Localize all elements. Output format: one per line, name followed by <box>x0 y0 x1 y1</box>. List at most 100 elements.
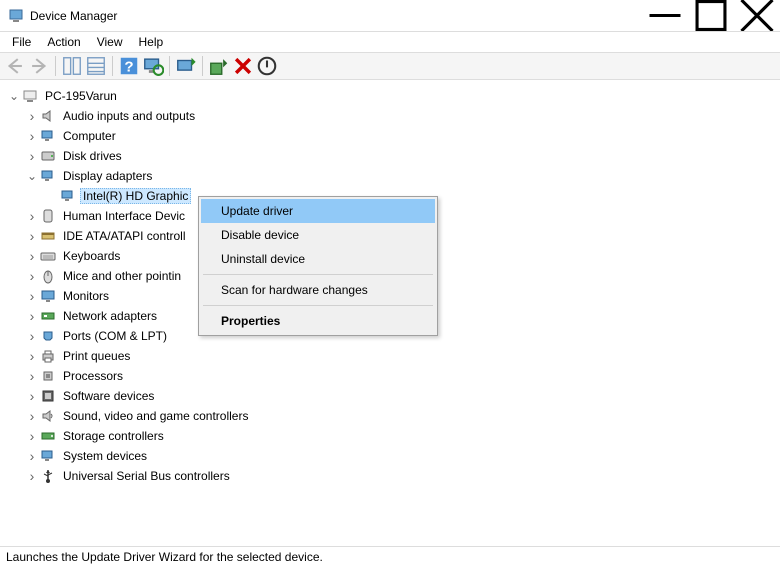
hid-icon <box>40 208 56 224</box>
expander-icon[interactable] <box>24 208 40 224</box>
minimize-button[interactable] <box>642 0 688 31</box>
tree-node-usb[interactable]: Universal Serial Bus controllers <box>4 466 776 486</box>
tree-node-printq[interactable]: Print queues <box>4 346 776 366</box>
tree-node-sound[interactable]: Sound, video and game controllers <box>4 406 776 426</box>
menu-action[interactable]: Action <box>39 33 88 51</box>
toolbar-separator <box>169 56 170 76</box>
svg-text:?: ? <box>124 59 133 76</box>
printer-icon <box>40 348 56 364</box>
ctx-disable-device[interactable]: Disable device <box>201 223 435 247</box>
tree-node-storage[interactable]: Storage controllers <box>4 426 776 446</box>
monitor-icon <box>40 288 56 304</box>
node-label: Storage controllers <box>60 428 167 444</box>
expander-icon[interactable] <box>24 368 40 384</box>
node-label: Print queues <box>60 348 133 364</box>
disable-device-button[interactable] <box>256 55 278 77</box>
expander-icon[interactable] <box>24 448 40 464</box>
help-button[interactable]: ? <box>118 55 140 77</box>
ctx-separator <box>203 305 433 306</box>
system-icon <box>40 448 56 464</box>
node-label: Network adapters <box>60 308 160 324</box>
expander-icon[interactable] <box>24 108 40 124</box>
node-label: Disk drives <box>60 148 125 164</box>
window-title: Device Manager <box>30 9 642 23</box>
menu-file[interactable]: File <box>4 33 39 51</box>
update-driver-button[interactable] <box>175 55 197 77</box>
tree-node-software[interactable]: Software devices <box>4 386 776 406</box>
expander-icon[interactable] <box>24 168 40 184</box>
keyboard-icon <box>40 248 56 264</box>
menu-view[interactable]: View <box>89 33 131 51</box>
tree-node-processors[interactable]: Processors <box>4 366 776 386</box>
display-adapter-icon <box>60 188 76 204</box>
node-label: Mice and other pointin <box>60 268 184 284</box>
display-adapter-icon <box>40 168 56 184</box>
tree-node-system[interactable]: System devices <box>4 446 776 466</box>
disk-icon <box>40 148 56 164</box>
sound-controller-icon <box>40 408 56 424</box>
node-label: IDE ATA/ATAPI controll <box>60 228 188 244</box>
context-menu: Update driver Disable device Uninstall d… <box>198 196 438 336</box>
close-button[interactable] <box>734 0 780 31</box>
ctx-update-driver[interactable]: Update driver <box>201 199 435 223</box>
ide-icon <box>40 228 56 244</box>
window-controls <box>642 0 780 31</box>
node-label: Software devices <box>60 388 157 404</box>
expander-icon[interactable] <box>24 288 40 304</box>
expander-icon[interactable] <box>24 308 40 324</box>
tree-node-disk[interactable]: Disk drives <box>4 146 776 166</box>
enable-device-button[interactable] <box>208 55 230 77</box>
tree-node-computer[interactable]: Computer <box>4 126 776 146</box>
node-label: Intel(R) HD Graphic <box>80 188 191 204</box>
network-icon <box>40 308 56 324</box>
node-label: Processors <box>60 368 126 384</box>
maximize-button[interactable] <box>688 0 734 31</box>
ctx-separator <box>203 274 433 275</box>
node-label: Keyboards <box>60 248 123 264</box>
toolbar-separator <box>202 56 203 76</box>
expander-icon[interactable] <box>24 388 40 404</box>
ctx-properties[interactable]: Properties <box>201 309 435 333</box>
show-hide-console-button[interactable] <box>61 55 83 77</box>
uninstall-button[interactable] <box>232 55 254 77</box>
titlebar: Device Manager <box>0 0 780 32</box>
tree-node-display[interactable]: Display adapters <box>4 166 776 186</box>
expander-icon[interactable] <box>24 228 40 244</box>
mouse-icon <box>40 268 56 284</box>
usb-icon <box>40 468 56 484</box>
port-icon <box>40 328 56 344</box>
expander-icon[interactable] <box>24 468 40 484</box>
node-label: Computer <box>60 128 119 144</box>
expander-icon[interactable] <box>24 248 40 264</box>
menu-help[interactable]: Help <box>131 33 172 51</box>
cpu-icon <box>40 368 56 384</box>
expander-icon[interactable] <box>6 88 22 104</box>
scan-hardware-button[interactable] <box>142 55 164 77</box>
toolbar-separator <box>55 56 56 76</box>
expander-icon[interactable] <box>24 348 40 364</box>
toolbar: ? <box>0 52 780 80</box>
node-label: Universal Serial Bus controllers <box>60 468 233 484</box>
expander-icon[interactable] <box>24 428 40 444</box>
expander-icon <box>44 188 60 204</box>
computer-root-icon <box>22 88 38 104</box>
speaker-icon <box>40 108 56 124</box>
expander-icon[interactable] <box>24 268 40 284</box>
tree-root[interactable]: PC-195Varun <box>4 86 776 106</box>
ctx-uninstall-device[interactable]: Uninstall device <box>201 247 435 271</box>
expander-icon[interactable] <box>24 148 40 164</box>
app-icon <box>8 8 24 24</box>
tree-node-audio[interactable]: Audio inputs and outputs <box>4 106 776 126</box>
menubar: File Action View Help <box>0 32 780 52</box>
ctx-scan-hardware[interactable]: Scan for hardware changes <box>201 278 435 302</box>
node-label: Display adapters <box>60 168 155 184</box>
expander-icon[interactable] <box>24 328 40 344</box>
node-label: System devices <box>60 448 150 464</box>
expander-icon[interactable] <box>24 408 40 424</box>
node-label: Audio inputs and outputs <box>60 108 198 124</box>
node-label: Sound, video and game controllers <box>60 408 251 424</box>
properties-button[interactable] <box>85 55 107 77</box>
node-label: Ports (COM & LPT) <box>60 328 170 344</box>
computer-icon <box>40 128 56 144</box>
expander-icon[interactable] <box>24 128 40 144</box>
